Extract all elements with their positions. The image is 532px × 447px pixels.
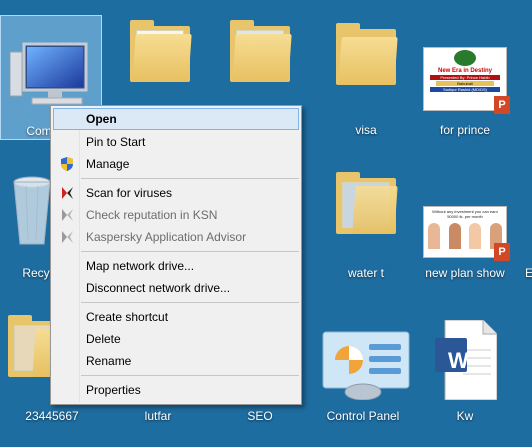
desktop-icon-label: water t — [347, 266, 384, 280]
menu-item-label: Open — [86, 112, 117, 126]
menu-item-label: Check reputation in KSN — [86, 208, 218, 222]
menu-item-manage[interactable]: Manage — [53, 153, 299, 175]
menu-item-map-network-drive[interactable]: Map network drive... — [53, 255, 299, 277]
desktop-icon-label: Control Panel — [326, 409, 400, 423]
desktop-icon-water-t[interactable]: water t — [316, 160, 416, 280]
folder-icon — [130, 20, 192, 82]
context-menu: Open Pin to Start Manage Scan for viruse… — [50, 105, 302, 405]
control-panel-icon — [322, 331, 410, 400]
desktop-icon-label: 23445667 — [25, 409, 79, 423]
kaspersky-icon — [62, 209, 73, 221]
menu-item-check-reputation[interactable]: Check reputation in KSN — [53, 204, 299, 226]
word-badge: W — [448, 348, 469, 373]
desktop-icon-label: SEO — [247, 409, 273, 423]
desktop-icon-label: lutfar — [144, 409, 172, 423]
shield-icon — [61, 157, 73, 171]
desktop-icon-e[interactable]: E — [500, 160, 532, 280]
menu-item-open[interactable]: Open — [53, 108, 299, 130]
menu-item-label: Scan for viruses — [86, 186, 173, 200]
desktop-icon-kw[interactable]: W Kw — [415, 310, 515, 440]
powerpoint-badge-icon: P — [494, 96, 510, 114]
thumbnail-title: New Era in Destiny — [437, 68, 493, 74]
menu-item-label: Map network drive... — [86, 259, 195, 273]
menu-item-label: Rename — [86, 354, 132, 368]
menu-item-label: Disconnect network drive... — [86, 281, 231, 295]
menu-item-kaspersky-advisor[interactable]: Kaspersky Application Advisor — [53, 226, 299, 248]
desktop-icon-label: E — [525, 266, 532, 280]
desktop-icon-label: visa — [355, 123, 377, 137]
menu-item-scan-for-viruses[interactable]: Scan for viruses — [53, 182, 299, 204]
logo-icon — [454, 50, 476, 66]
kaspersky-icon — [62, 187, 73, 199]
menu-item-label: Kaspersky Application Advisor — [86, 230, 247, 244]
desktop-icon-label: Kw — [456, 409, 474, 423]
desktop-icon-for-prince[interactable]: New Era in Destiny Presented By: Prince … — [415, 15, 515, 137]
menu-item-create-shortcut[interactable]: Create shortcut — [53, 306, 299, 328]
computer-icon — [10, 42, 88, 105]
presentation-thumbnail: Without any investment you can earn 5000… — [423, 206, 510, 261]
menu-separator — [81, 178, 299, 179]
menu-separator — [81, 375, 299, 376]
menu-separator — [81, 302, 299, 303]
kaspersky-icon — [62, 231, 73, 243]
presentation-thumbnail: New Era in Destiny Presented By: Prince … — [423, 47, 510, 114]
thumbnail-subtitle: Presented By: Prince Habib — [430, 75, 500, 80]
thumbnail-title: Without any investment you can earn 5000… — [432, 209, 498, 219]
menu-item-disconnect-network-drive[interactable]: Disconnect network drive... — [53, 277, 299, 299]
menu-item-pin-to-start[interactable]: Pin to Start — [53, 131, 299, 153]
thumbnail-line: Sadiqur Rashid (MD/DS) — [430, 87, 500, 92]
menu-item-delete[interactable]: Delete — [53, 328, 299, 350]
thumbnail-line: Bahubali — [436, 81, 494, 86]
menu-item-rename[interactable]: Rename — [53, 350, 299, 372]
desktop-icon-control-panel[interactable]: Control Panel — [316, 310, 416, 440]
menu-item-label: Delete — [86, 332, 121, 346]
desktop-icon-label: for prince — [439, 123, 491, 137]
folder-icon — [336, 172, 398, 234]
menu-item-label: Pin to Start — [86, 135, 146, 149]
recycle-bin-icon — [13, 176, 51, 245]
menu-item-label: Properties — [86, 383, 141, 397]
menu-item-properties[interactable]: Properties — [53, 379, 299, 401]
menu-item-label: Manage — [86, 157, 130, 171]
folder-icon — [230, 20, 292, 82]
desktop-icon-visa[interactable]: visa — [316, 15, 416, 137]
menu-item-label: Create shortcut — [86, 310, 169, 324]
menu-separator — [81, 251, 299, 252]
folder-icon — [336, 23, 398, 85]
